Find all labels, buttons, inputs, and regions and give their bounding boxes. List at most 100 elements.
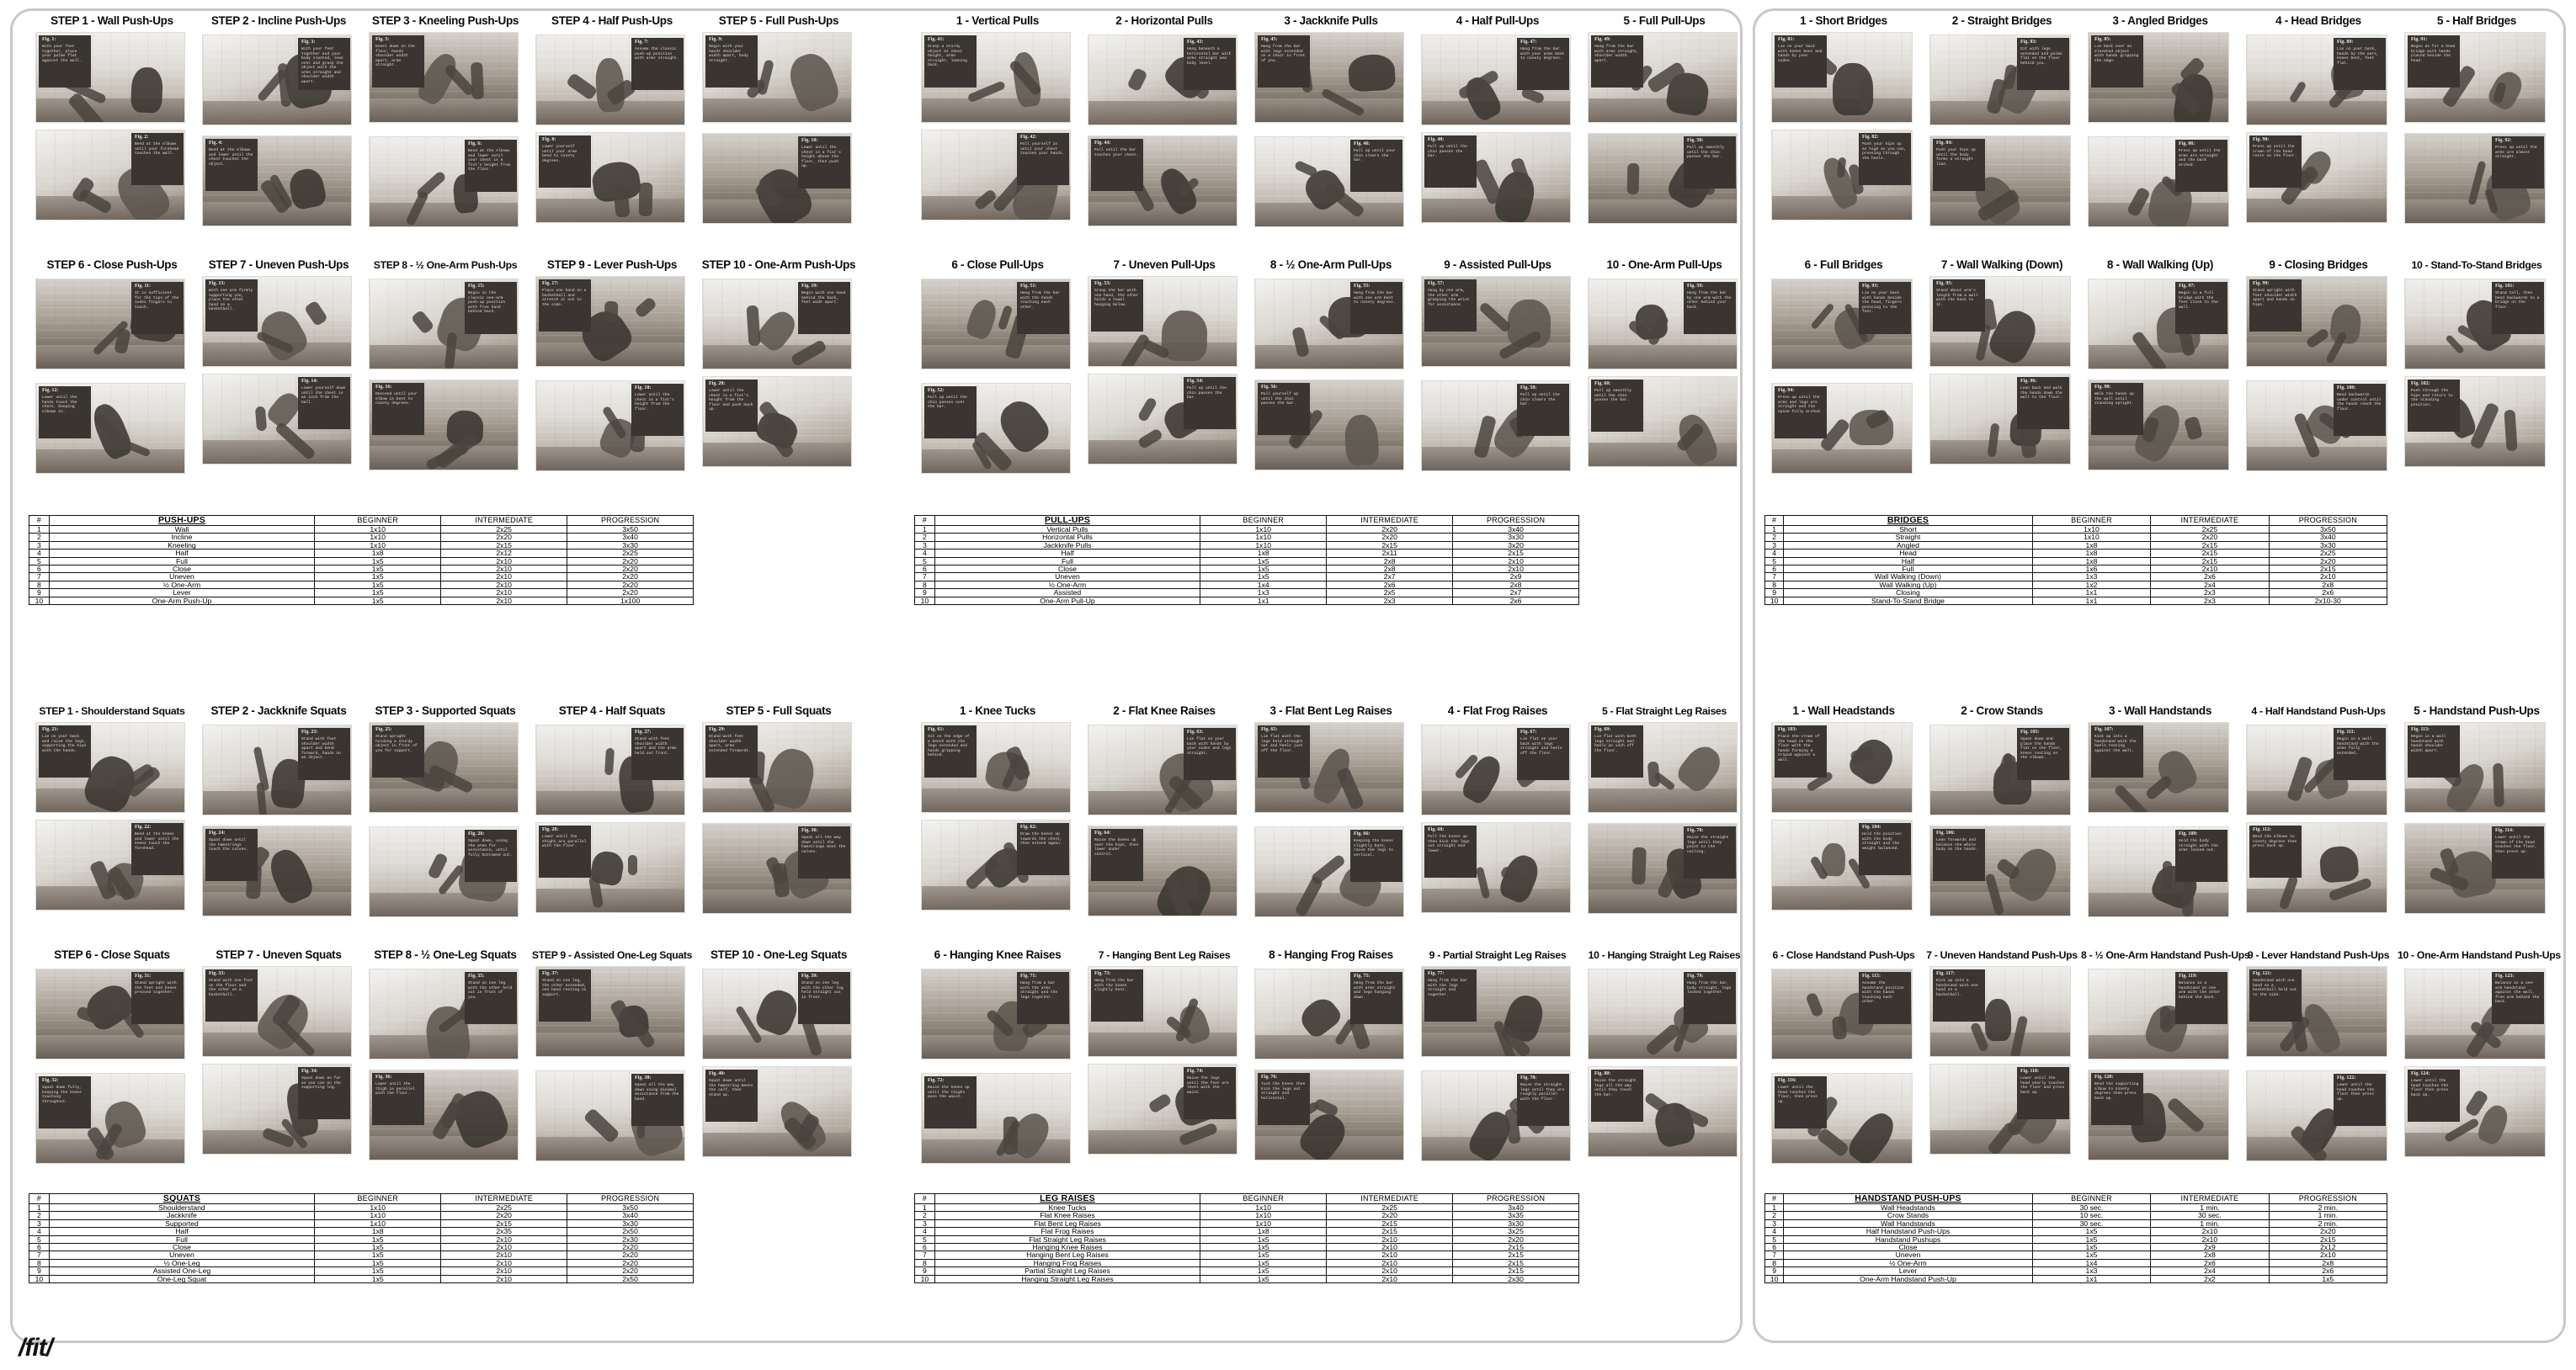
figure-number: Fig. 48: (1428, 137, 1445, 142)
exercise-photo: Fig. 10: Lower until the chest is a fist'… (702, 133, 852, 224)
figure-caption-text: Stand on one leg with the other leg held… (801, 981, 844, 1000)
figure-caption-box: Fig. 109: Hold the body straight with the… (2175, 830, 2227, 882)
figure-caption-text: Begin in a full bridge with the feet clo… (2179, 291, 2218, 310)
cell-progression: 3x25 (1452, 1227, 1579, 1236)
figure-number: Fig. 13: (209, 281, 226, 286)
step-title: 5 - Flat Straight Leg Raises (1601, 705, 1727, 717)
exercise-photo: Fig. 59: Hang from the bar by one arm wit… (1588, 279, 1738, 369)
figure-caption-box: Fig. 29: Stand with feet shoulder width a… (705, 725, 758, 778)
figure-number: Fig. 86: (2179, 141, 2195, 146)
step-title: 1 - Vertical Pulls (955, 14, 1040, 27)
exercise-photo: Fig. 61: Sit on the edge of a bench with … (921, 722, 1071, 813)
figure-number: Fig. 76: (1261, 1075, 1278, 1080)
figure-number: Fig. 112: (2253, 827, 2271, 832)
figure-number: Fig. 82: (1862, 135, 1879, 140)
cell-progression: 3x35 (1452, 1211, 1579, 1220)
step-cell: 1 - Short Bridges Fig. 81: Lie on your bac… (1764, 15, 1923, 249)
figure-caption-box: Fig. 43: Hang beneath a horizontal bar wi… (1184, 38, 1236, 90)
figure-number: Fig. 16: (375, 385, 392, 390)
step-title: 10 - One-Arm Pull-Ups (1606, 258, 1722, 271)
step-title: 9 - Closing Bridges (2269, 258, 2368, 271)
step-cell: STEP 8 - ½ One-Arm Push-Ups Fig. 15: Begin… (362, 259, 529, 493)
cell-progression: 2x20 (567, 1266, 694, 1276)
floor-band (1088, 791, 1237, 815)
figure-number: Fig. 55: (1354, 284, 1370, 289)
table-header-row: # LEG RAISES BEGINNER INTERMEDIATE PROGRESSI… (914, 1193, 1579, 1204)
figure-caption-text: Bend the supporting elbow to ninety degr… (2094, 1082, 2139, 1101)
exercise-photo: Fig. 54: Pull up until the chin passes th… (1088, 374, 1237, 465)
figure-caption-text: Lower until the thigh is parallel with t… (375, 1082, 415, 1096)
table-row: 10 Hanging Straight Leg Raises 1x5 2x10 2x30 (914, 1274, 1579, 1284)
figure-caption-box: Fig. 91: Begin as for a head bridge with … (2408, 35, 2460, 88)
figure-caption-box: Fig. 75: Hang from the bar with arms stra… (1350, 972, 1402, 1024)
exercise-photo: Fig. 20: Lower until the chest is a fist'… (702, 376, 852, 467)
figure-caption-text: Bend at the elbows and lower until your … (468, 149, 510, 172)
cell-progression: 2x6 (2268, 1266, 2388, 1276)
cell-n: 7 (1764, 1251, 1785, 1260)
exercise-photo: Fig. 91: Begin as for a head bridge with … (2404, 32, 2546, 123)
table-row: 10 One-Arm Handstand Push-Up 1x1 2x2 1x5 (1764, 1274, 2388, 1284)
step-cell: 3 - Angled Bridges Fig. 85: Lie back over … (2081, 15, 2239, 249)
step-cell: 6 - Full Bridges Fig. 93: Lie on your back… (1764, 259, 1923, 493)
figure-caption-box: Fig. 111: Begin in a wall handstand with … (2334, 728, 2386, 780)
table-row: 1 Vertical Pulls 1x10 2x20 3x40 (914, 524, 1579, 534)
figure-limb (1003, 1117, 1018, 1155)
figure-caption-box: Fig. 3: With your feet together and your … (298, 38, 350, 90)
figure-number: Fig. 49: (1594, 37, 1611, 42)
exercise-photo: Fig. 14: Lower yourself down until the ch… (202, 374, 352, 465)
figure-caption-text: Squat down until the hamstring meets the… (709, 1079, 753, 1097)
floor-band (922, 98, 1070, 122)
cell-name: Uneven (48, 572, 316, 581)
cell-progression: 2x6 (2268, 588, 2388, 597)
floor-band (1088, 1033, 1237, 1056)
figure-number: Fig. 84: (1936, 141, 1953, 146)
exercise-photo: Fig. 82: Push your hips up as high as you… (1771, 130, 1913, 220)
exercise-photo: Fig. 81: Lie on your back with knees bent… (1771, 32, 1913, 123)
figure-caption-text: Lie on your back and raise the legs, sup… (42, 735, 87, 753)
table-row: 9 Lever 1x3 2x4 2x6 (1764, 1266, 2388, 1276)
step-cell: 10 - One-Arm Handstand Push-Ups Fig. 123:… (2398, 949, 2561, 1183)
figure-number: Fig. 53: (1094, 281, 1111, 286)
floor-band (1589, 789, 1737, 812)
step-title: 2 - Crow Stands (1961, 704, 2043, 717)
cell-beginner: 1x5 (2031, 1227, 2152, 1236)
cell-progression: 2x50 (567, 1227, 694, 1236)
steps-band: 1 - Knee Tucks Fig. 61: Sit on the edge of… (914, 705, 1748, 939)
step-cell: 3 - Wall Handstands Fig. 107: Kick up into… (2081, 705, 2239, 939)
cell-n: 9 (914, 1266, 935, 1276)
exercise-photo: Fig. 113: Begin in a wall handstand with … (2404, 722, 2546, 813)
figure-caption-box: Fig. 76: Tuck the knees then kick the leg… (1258, 1073, 1310, 1125)
floor-band (1422, 889, 1570, 912)
step-cell: 8 - ½ One-Arm Handstand Push-Ups Fig. 119… (2081, 949, 2250, 1183)
floor-band (1255, 98, 1403, 122)
step-title: STEP 6 - Close Squats (54, 948, 170, 961)
step-title: STEP 5 - Full Squats (726, 704, 832, 717)
step-title: 3 - Angled Bridges (2112, 14, 2208, 27)
figure-number: Fig. 66: (1354, 831, 1370, 836)
exercise-photo: Fig. 48: Pull up until the chin passes th… (1421, 132, 1571, 223)
figure-number: Fig. 73: (1094, 971, 1111, 976)
exercise-photo: Fig. 85: Lie back over an elevated object… (2088, 32, 2229, 123)
exercise-photo: Fig. 5: Kneel down on the floor, hands sh… (369, 32, 519, 123)
step-cell: STEP 2 - Incline Push-Ups Fig. 3: With you… (195, 15, 362, 249)
exercise-photo: Fig. 6: Bend at the elbows and lower unti… (369, 136, 519, 227)
figure-caption-text: Keeping the knees slightly bent, raise t… (1354, 839, 1393, 858)
cell-n: 7 (29, 572, 50, 581)
step-cell: 7 - Wall Walking (Down) Fig. 95: Stand abo… (1923, 259, 2081, 493)
figure-caption-text: Assume the handstand position with the h… (1862, 981, 1904, 1004)
table-header-row: # PUSH-UPS BEGINNER INTERMEDIATE PROGRESSION (29, 515, 694, 526)
table-row: 6 Full 1x6 2x10 2x15 (1764, 565, 2388, 574)
table-row: 2 Crow Stands 10 sec. 30 sec. 1 min. (1764, 1211, 2388, 1220)
figure-caption-box: Fig. 107: Kick up into a handstand with t… (2091, 725, 2143, 778)
figure-caption-text: Raise the legs until the feet are level … (1187, 1076, 1229, 1095)
cell-beginner: 1x5 (1200, 1274, 1328, 1284)
step-cell: 5 - Half Bridges Fig. 91: Begin as for a h… (2398, 15, 2556, 249)
floor-band (36, 345, 184, 369)
cell-n: 9 (29, 1266, 50, 1276)
cell-progression: 2x20 (567, 1251, 694, 1260)
floor-band (203, 440, 351, 464)
cell-progression: 2x15 (1452, 1266, 1579, 1276)
table-row: 2 Jackknife 1x10 2x20 3x40 (29, 1211, 694, 1220)
exercise-photo: Fig. 34: Squat down as far as you can on … (202, 1064, 352, 1155)
floor-band (2405, 345, 2545, 369)
